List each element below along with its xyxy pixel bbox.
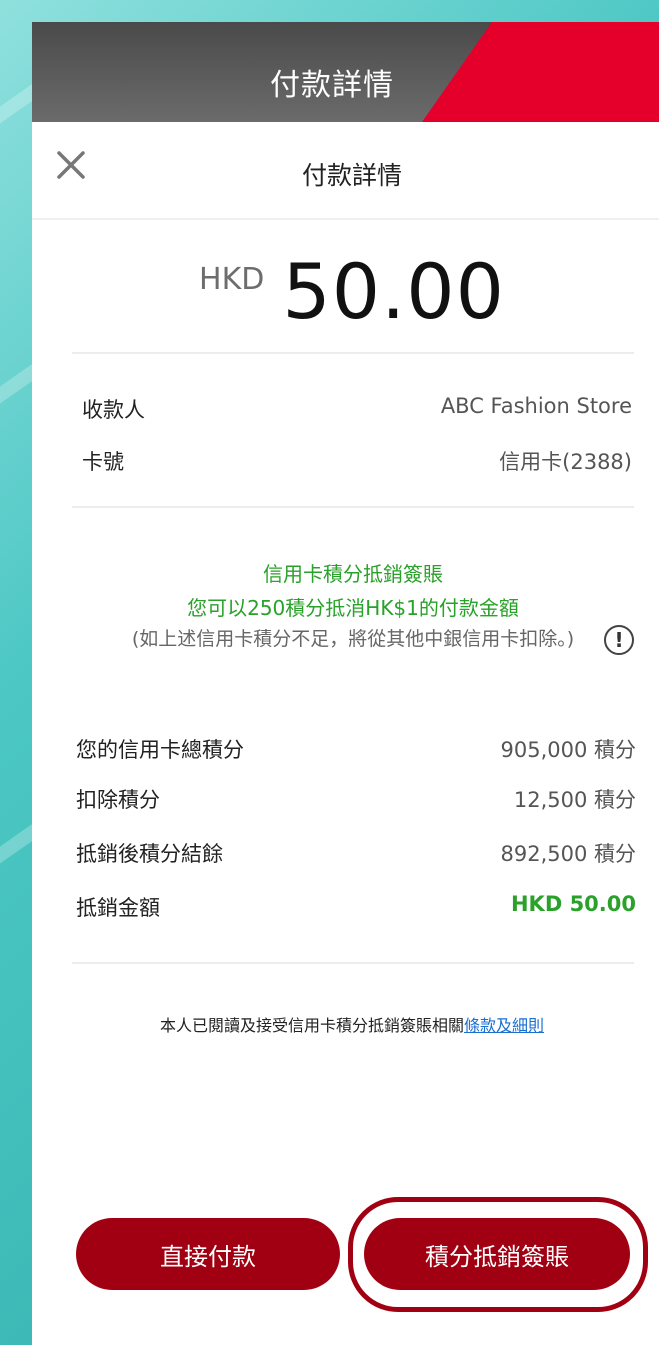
points-offset-button[interactable]: 積分抵銷簽賬 xyxy=(364,1218,630,1290)
offset-amount-row: 抵銷金額 HKD 50.00 xyxy=(76,892,636,922)
total-points-label: 您的信用卡總積分 xyxy=(76,738,244,762)
terms-text: 本人已閱讀及接受信用卡積分抵銷簽賬相關 xyxy=(159,1016,464,1035)
payment-details-screen: 付款詳情 付款詳情 HKD 50.00 收款人 ABC Fashion Stor… xyxy=(32,22,659,1345)
total-points-row: 您的信用卡總積分 905,000 積分 xyxy=(76,734,636,764)
nav-bar: 付款詳情 xyxy=(32,122,659,220)
app-header-banner: 付款詳情 xyxy=(32,22,659,122)
payee-label: 收款人 xyxy=(82,398,145,422)
points-offset-notice: 信用卡積分抵銷簽賬 您可以250積分抵消HK$1的付款金額 (如上述信用卡積分不… xyxy=(72,557,634,655)
offset-amount-label: 抵銷金額 xyxy=(76,896,160,920)
card-number-value: 信用卡(2388) xyxy=(499,450,632,474)
terms-statement: 本人已閱讀及接受信用卡積分抵銷簽賬相關條款及細則 xyxy=(32,1012,659,1036)
remaining-points-label: 抵銷後積分結餘 xyxy=(76,842,223,866)
amount-value: 50.00 xyxy=(282,247,505,336)
deducted-points-label: 扣除積分 xyxy=(76,788,160,812)
total-points-value: 905,000 積分 xyxy=(500,738,636,762)
page-title: 付款詳情 xyxy=(301,161,402,190)
notice-rate: 您可以250積分抵消HK$1的付款金額 xyxy=(187,596,519,620)
payee-value: ABC Fashion Store xyxy=(440,394,632,418)
payment-amount: HKD 50.00 xyxy=(32,254,659,330)
direct-payment-button[interactable]: 直接付款 xyxy=(76,1218,340,1290)
terms-link[interactable]: 條款及細則 xyxy=(464,1016,544,1035)
card-number-label: 卡號 xyxy=(82,450,124,474)
amount-currency: HKD xyxy=(199,262,265,297)
card-number-row: 卡號 信用卡(2388) xyxy=(82,446,632,476)
notice-note: (如上述信用卡積分不足，將從其他中銀信用卡扣除。) xyxy=(131,628,575,650)
offset-amount-value: HKD 50.00 xyxy=(510,892,636,916)
deducted-points-value: 12,500 積分 xyxy=(513,788,636,812)
banner-title: 付款詳情 xyxy=(270,68,394,103)
info-icon[interactable]: ! xyxy=(604,625,634,655)
divider xyxy=(72,352,634,354)
remaining-points-row: 抵銷後積分結餘 892,500 積分 xyxy=(76,838,636,868)
payee-row: 收款人 ABC Fashion Store xyxy=(82,394,632,424)
remaining-points-value: 892,500 積分 xyxy=(500,842,636,866)
deducted-points-row: 扣除積分 12,500 積分 xyxy=(76,784,636,814)
divider xyxy=(72,962,634,964)
divider xyxy=(72,506,634,508)
notice-title: 信用卡積分抵銷簽賬 xyxy=(263,562,443,586)
